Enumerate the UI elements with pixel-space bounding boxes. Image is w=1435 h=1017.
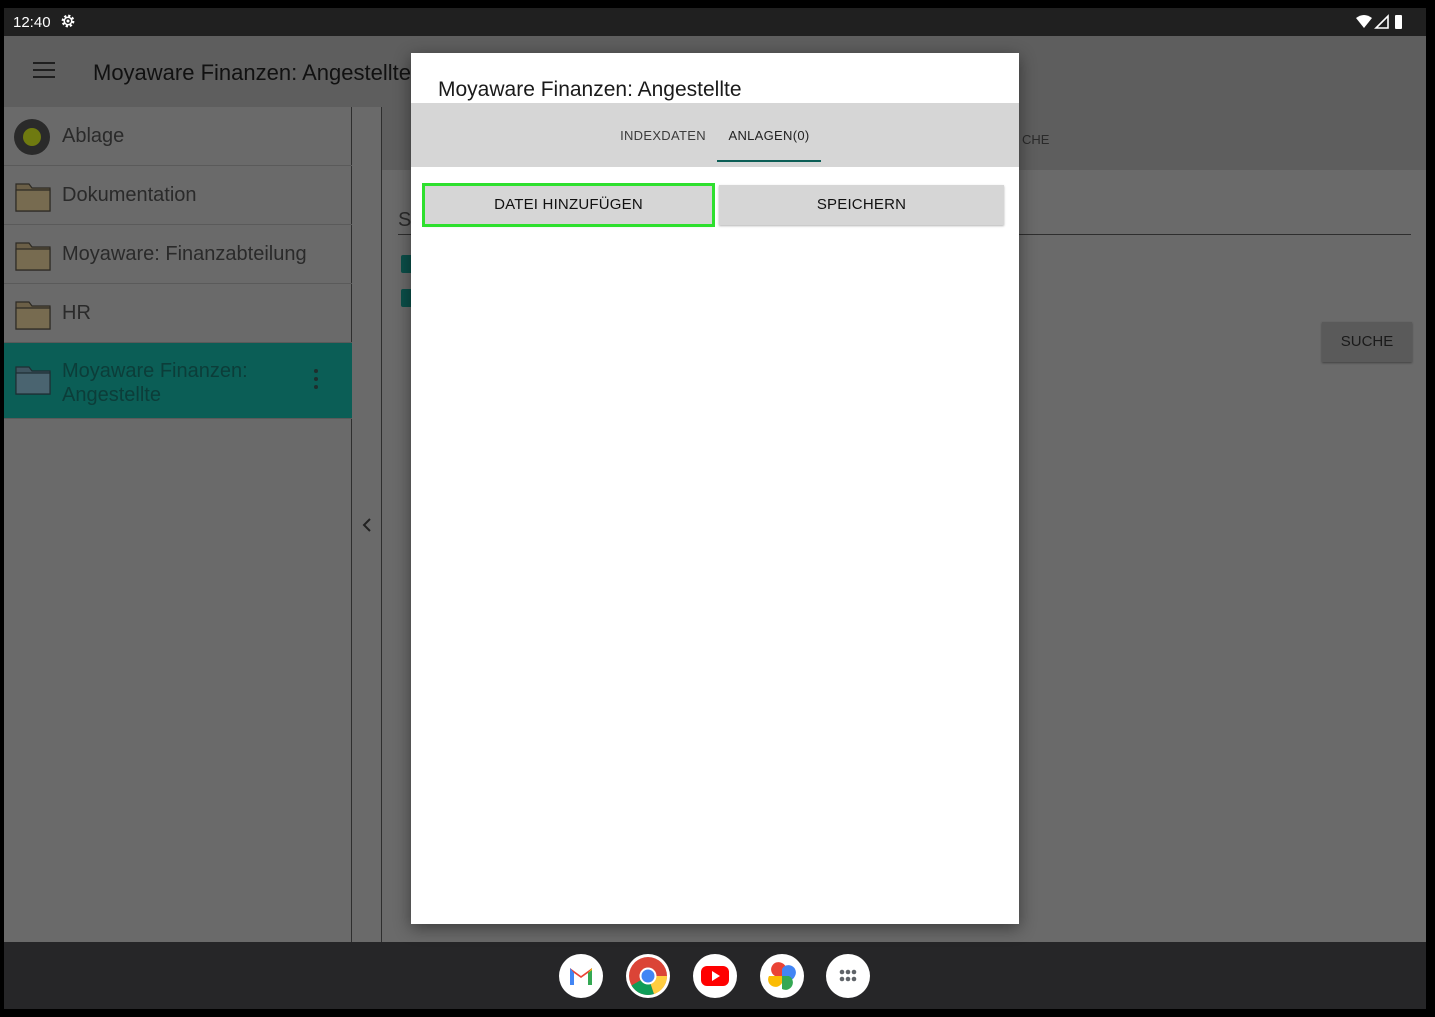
sidebar-item-label: Dokumentation [62, 184, 197, 206]
folder-icon [15, 366, 51, 395]
settings-gear-icon [61, 14, 75, 28]
save-button[interactable]: SPEICHERN [719, 185, 1004, 225]
chevron-left-icon[interactable] [359, 516, 375, 534]
sidebar-item-hr[interactable]: HR [4, 284, 352, 343]
chrome-icon[interactable] [626, 954, 670, 998]
folder-icon [15, 183, 51, 212]
more-options-icon[interactable] [314, 369, 318, 391]
status-time: 12:40 [13, 14, 51, 31]
gmail-icon[interactable] [559, 954, 603, 998]
dialog-tab-bar: INDEXDATEN ANLAGEN(0) [411, 103, 1019, 167]
taskbar [4, 942, 1426, 1009]
youtube-icon[interactable] [693, 954, 737, 998]
photos-icon[interactable] [760, 954, 804, 998]
status-icons [1356, 14, 1402, 29]
sidebar-item-dokumentation[interactable]: Dokumentation [4, 166, 352, 225]
tab-anlagen[interactable]: ANLAGEN(0) [717, 103, 821, 167]
search-button[interactable]: SUCHE [1322, 322, 1412, 362]
battery-icon [1395, 15, 1402, 29]
tab-indexdaten[interactable]: INDEXDATEN [613, 103, 713, 167]
sidebar: Ablage Dokumentation Moyaware: Finanzabt… [4, 107, 352, 943]
app-title: Moyaware Finanzen: Angestellte [93, 60, 411, 85]
sidebar-item-angestellte[interactable]: Moyaware Finanzen: Angestellte [4, 343, 352, 419]
folder-icon [15, 242, 51, 271]
hamburger-menu-icon[interactable] [33, 62, 55, 80]
search-field-fragment: S [398, 209, 412, 231]
folder-icon [15, 301, 51, 330]
content-tab-fragment[interactable]: CHE [1022, 132, 1049, 147]
add-file-button[interactable]: DATEI HINZUFÜGEN [422, 183, 715, 227]
sidebar-item-ablage[interactable]: Ablage [4, 107, 352, 166]
sidebar-item-label: HR [62, 302, 91, 324]
ablage-icon [14, 119, 50, 155]
dialog-title: Moyaware Finanzen: Angestellte [438, 78, 742, 101]
sidebar-item-label: Ablage [62, 125, 125, 147]
status-bar: 12:40 [4, 8, 1426, 36]
sidebar-item-label: Moyaware: Finanzabteilung [62, 243, 307, 265]
attachment-dialog: Moyaware Finanzen: Angestellte INDEXDATE… [411, 53, 1019, 924]
sidebar-item-label: Moyaware Finanzen: Angestellte [62, 360, 248, 406]
wifi-icon [1356, 15, 1372, 28]
signal-icon [1374, 14, 1389, 29]
app-drawer-icon[interactable] [826, 954, 870, 998]
sidebar-item-finanzabteilung[interactable]: Moyaware: Finanzabteilung [4, 225, 352, 284]
